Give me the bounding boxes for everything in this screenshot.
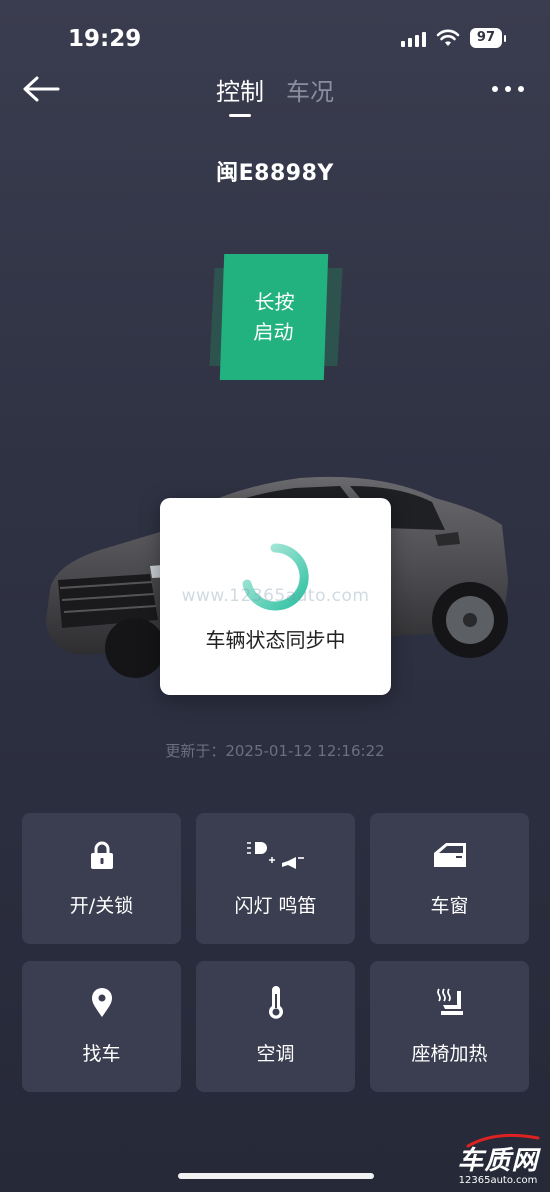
start-button-line2: 启动 [253, 320, 294, 344]
brand-swoosh-icon [466, 1133, 540, 1148]
last-updated-time: 更新于：2025-01-12 12:16:22 [165, 742, 385, 760]
lock-unlock-button[interactable]: 开/关锁 [22, 813, 181, 944]
battery-indicator: 97 [469, 28, 502, 48]
tab-bar: 控制 车况 [0, 72, 550, 117]
start-button-face: 长按 启动 [219, 254, 329, 380]
tab-control[interactable]: 控制 [216, 72, 264, 117]
long-press-start-button[interactable]: 长按 启动 [206, 252, 344, 382]
lock-unlock-label: 开/关锁 [69, 895, 134, 917]
start-button-line1: 长按 [254, 290, 295, 314]
tab-control-label: 控制 [216, 78, 264, 106]
car-window-icon [433, 843, 466, 867]
more-dot [492, 86, 498, 92]
lock-icon [90, 841, 113, 869]
more-options-button[interactable] [492, 86, 524, 92]
sync-status-text: 车辆状态同步中 [205, 628, 346, 652]
home-indicator[interactable] [178, 1173, 374, 1179]
seat-heating-button[interactable]: 座椅加热 [370, 961, 529, 1092]
seat-heating-icon [436, 988, 463, 1015]
light-horn-icon [246, 842, 304, 869]
flash-honk-button[interactable]: 闪灯 鸣笛 [196, 813, 355, 944]
active-tab-indicator [229, 114, 251, 117]
more-dot [518, 86, 524, 92]
tab-vehicle-status[interactable]: 车况 [286, 72, 334, 117]
location-pin-icon [91, 988, 112, 1017]
cellular-signal-icon [400, 29, 426, 47]
watermark-text: www.12365auto.com [181, 586, 370, 606]
brand-url: 12365auto.com [458, 1175, 538, 1186]
car-window-label: 车窗 [430, 895, 469, 917]
find-car-button[interactable]: 找车 [22, 961, 181, 1092]
thermometer-icon [268, 986, 283, 1019]
air-conditioning-label: 空调 [256, 1043, 295, 1065]
flash-honk-label: 闪灯 鸣笛 [234, 895, 317, 917]
car-window-button[interactable]: 车窗 [370, 813, 529, 944]
license-plate: 闽E8898Y [216, 161, 334, 186]
sync-status-dialog: www.12365auto.com 车辆状态同步中 [160, 498, 391, 695]
tab-vehicle-status-label: 车况 [286, 78, 334, 106]
brand-watermark: 车质网 12365auto.com [452, 1133, 544, 1186]
more-dot [505, 86, 511, 92]
seat-heating-label: 座椅加热 [411, 1043, 488, 1065]
air-conditioning-button[interactable]: 空调 [196, 961, 355, 1092]
battery-tip [504, 34, 506, 42]
status-time: 19:29 [68, 26, 142, 52]
top-navigation: 控制 车况 [0, 60, 550, 120]
status-icons: 97 [400, 28, 506, 48]
wifi-icon [436, 29, 460, 46]
find-car-label: 找车 [82, 1043, 121, 1065]
control-grid: 开/关锁 闪灯 鸣笛 车窗 找车 空调 座椅加热 [22, 813, 529, 1092]
